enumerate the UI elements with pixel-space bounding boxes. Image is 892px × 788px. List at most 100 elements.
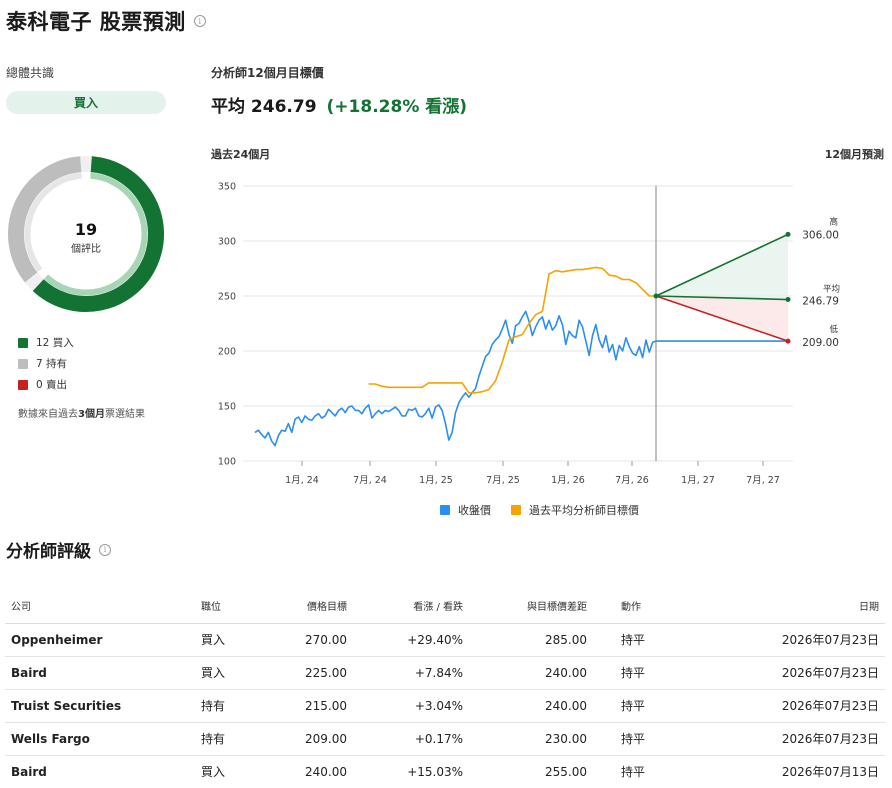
action: 持平 bbox=[593, 722, 695, 756]
close-price-line bbox=[254, 310, 657, 447]
low-label: 低 bbox=[829, 324, 838, 335]
updown-percent: +3.04% bbox=[353, 689, 469, 723]
high-target-dot bbox=[785, 231, 791, 237]
past-period-label: 過去24個月 bbox=[211, 148, 271, 161]
col-action: 動作 bbox=[593, 588, 695, 624]
updown-percent: +0.17% bbox=[353, 722, 469, 756]
company-name: Baird bbox=[5, 755, 195, 788]
y-tick-label: 300 bbox=[218, 237, 236, 248]
rating-date: 2026年07月23日 bbox=[694, 722, 885, 756]
close-price-swatch bbox=[440, 505, 450, 515]
price-target: 215.00 bbox=[265, 689, 353, 723]
target-gap: 240.00 bbox=[469, 656, 593, 690]
info-icon[interactable]: i bbox=[193, 15, 206, 27]
consensus-rating-badge: 買入 bbox=[6, 91, 166, 114]
y-tick-label: 250 bbox=[218, 292, 236, 303]
company-name: Wells Fargo bbox=[5, 722, 195, 756]
col-gap: 與目標價差距 bbox=[469, 588, 593, 624]
col-updown: 看漲 / 看跌 bbox=[353, 588, 469, 624]
legend-close-label: 收盤價 bbox=[458, 504, 491, 517]
x-tick-label: 1月, 24 bbox=[285, 475, 319, 486]
table-row[interactable]: Baird 買入 225.00 +7.84% 240.00 持平 2026年07月23日 bbox=[5, 656, 885, 690]
rating-date: 2026年07月13日 bbox=[694, 755, 885, 788]
action: 持平 bbox=[593, 689, 695, 723]
legend-close-price[interactable]: 收盤價 bbox=[440, 502, 491, 518]
ratings-table: 公司 職位 價格目標 看漲 / 看跌 與目標價差距 動作 日期 Oppenhei… bbox=[5, 588, 885, 788]
rating-total-caption: 個評比 bbox=[71, 244, 101, 255]
high-label: 高 bbox=[829, 216, 838, 227]
rating-date: 2026年07月23日 bbox=[694, 623, 885, 657]
updown-percent: +7.84% bbox=[353, 656, 469, 690]
table-row[interactable]: Truist Securities 持有 215.00 +3.04% 240.00 持平 2… bbox=[5, 689, 885, 723]
target-average: 平均 246.79 bbox=[211, 97, 317, 117]
company-name: Truist Securities bbox=[5, 689, 195, 723]
col-position: 職位 bbox=[195, 588, 265, 624]
rating-date: 2026年07月23日 bbox=[694, 656, 885, 690]
x-tick-label: 7月, 24 bbox=[353, 475, 387, 486]
info-icon[interactable]: i bbox=[99, 543, 111, 556]
avg-target-dot bbox=[785, 297, 791, 303]
position-rating: 買入 bbox=[195, 755, 265, 788]
page-header: 泰科電子 股票預測 i bbox=[6, 6, 206, 36]
table-row[interactable]: Baird 買入 240.00 +15.03% 255.00 持平 2026年07月13日 bbox=[5, 755, 885, 788]
legend-avg-target[interactable]: 過去平均分析師目標價 bbox=[511, 502, 639, 518]
avg-value: 246.79 bbox=[802, 296, 839, 308]
company-name: Oppenheimer bbox=[5, 623, 195, 657]
position-rating: 買入 bbox=[195, 656, 265, 690]
y-tick-label: 200 bbox=[218, 347, 236, 358]
updown-percent: +15.03% bbox=[353, 755, 469, 788]
target-summary: 平均 246.79 (+18.28% 看漲) bbox=[211, 92, 467, 117]
action: 持平 bbox=[593, 623, 695, 657]
target-gap: 230.00 bbox=[469, 722, 593, 756]
hold-swatch bbox=[18, 358, 28, 369]
col-target: 價格目標 bbox=[265, 588, 353, 624]
ratings-title: 分析師評級 bbox=[6, 542, 91, 562]
high-value: 306.00 bbox=[802, 229, 839, 241]
x-tick-label: 1月, 25 bbox=[419, 475, 453, 486]
price-target: 240.00 bbox=[265, 755, 353, 788]
col-date: 日期 bbox=[694, 588, 885, 624]
legend-sell: 0 賣出 bbox=[18, 377, 67, 392]
target-gap: 240.00 bbox=[469, 689, 593, 723]
avg-target-swatch bbox=[511, 505, 521, 515]
position-rating: 持有 bbox=[195, 722, 265, 756]
low-target-dot bbox=[785, 338, 791, 344]
table-row[interactable]: Wells Fargo 持有 209.00 +0.17% 230.00 持平 2026年07… bbox=[5, 722, 885, 756]
table-row[interactable]: Oppenheimer 買入 270.00 +29.40% 285.00 持平 2026年0… bbox=[5, 623, 885, 657]
x-tick-label: 7月, 27 bbox=[746, 475, 780, 486]
buy-swatch bbox=[18, 337, 28, 348]
avg-target-line bbox=[368, 266, 656, 394]
page-title: 泰科電子 股票預測 bbox=[6, 10, 186, 34]
updown-percent: +29.40% bbox=[353, 623, 469, 657]
consensus-label: 總體共識 bbox=[6, 66, 55, 80]
y-tick-label: 150 bbox=[218, 402, 236, 413]
price-target: 225.00 bbox=[265, 656, 353, 690]
current-target-dot bbox=[653, 293, 659, 299]
x-tick-label: 7月, 26 bbox=[615, 475, 649, 486]
avg-label: 平均 bbox=[823, 284, 840, 295]
position-rating: 買入 bbox=[195, 623, 265, 657]
legend-buy: 12 買入 bbox=[18, 335, 74, 350]
legend-hold: 7 持有 bbox=[18, 356, 67, 371]
action: 持平 bbox=[593, 656, 695, 690]
target-upside: (+18.28% 看漲) bbox=[326, 97, 468, 117]
x-tick-label: 1月, 26 bbox=[551, 475, 585, 486]
x-tick-label: 7月, 25 bbox=[486, 475, 520, 486]
target-gap: 255.00 bbox=[469, 755, 593, 788]
position-rating: 持有 bbox=[195, 689, 265, 723]
legend-sell-label: 0 賣出 bbox=[36, 379, 68, 391]
x-tick-label: 1月, 27 bbox=[681, 475, 715, 486]
company-name: Baird bbox=[5, 656, 195, 690]
y-tick-label: 100 bbox=[218, 457, 236, 468]
price-target: 209.00 bbox=[265, 722, 353, 756]
legend-target-label: 過去平均分析師目標價 bbox=[529, 504, 639, 517]
legend-buy-label: 12 買入 bbox=[36, 337, 74, 349]
table-header-row: 公司 職位 價格目標 看漲 / 看跌 與目標價差距 動作 日期 bbox=[5, 588, 885, 624]
source-note: 數據來自過去3個月票選結果 bbox=[18, 409, 145, 420]
ratings-header: 分析師評級 i bbox=[6, 537, 111, 562]
sell-swatch bbox=[18, 379, 28, 390]
legend-hold-label: 7 持有 bbox=[36, 358, 68, 370]
target-label: 分析師12個月目標價 bbox=[211, 66, 324, 80]
col-company: 公司 bbox=[5, 588, 195, 624]
action: 持平 bbox=[593, 755, 695, 788]
